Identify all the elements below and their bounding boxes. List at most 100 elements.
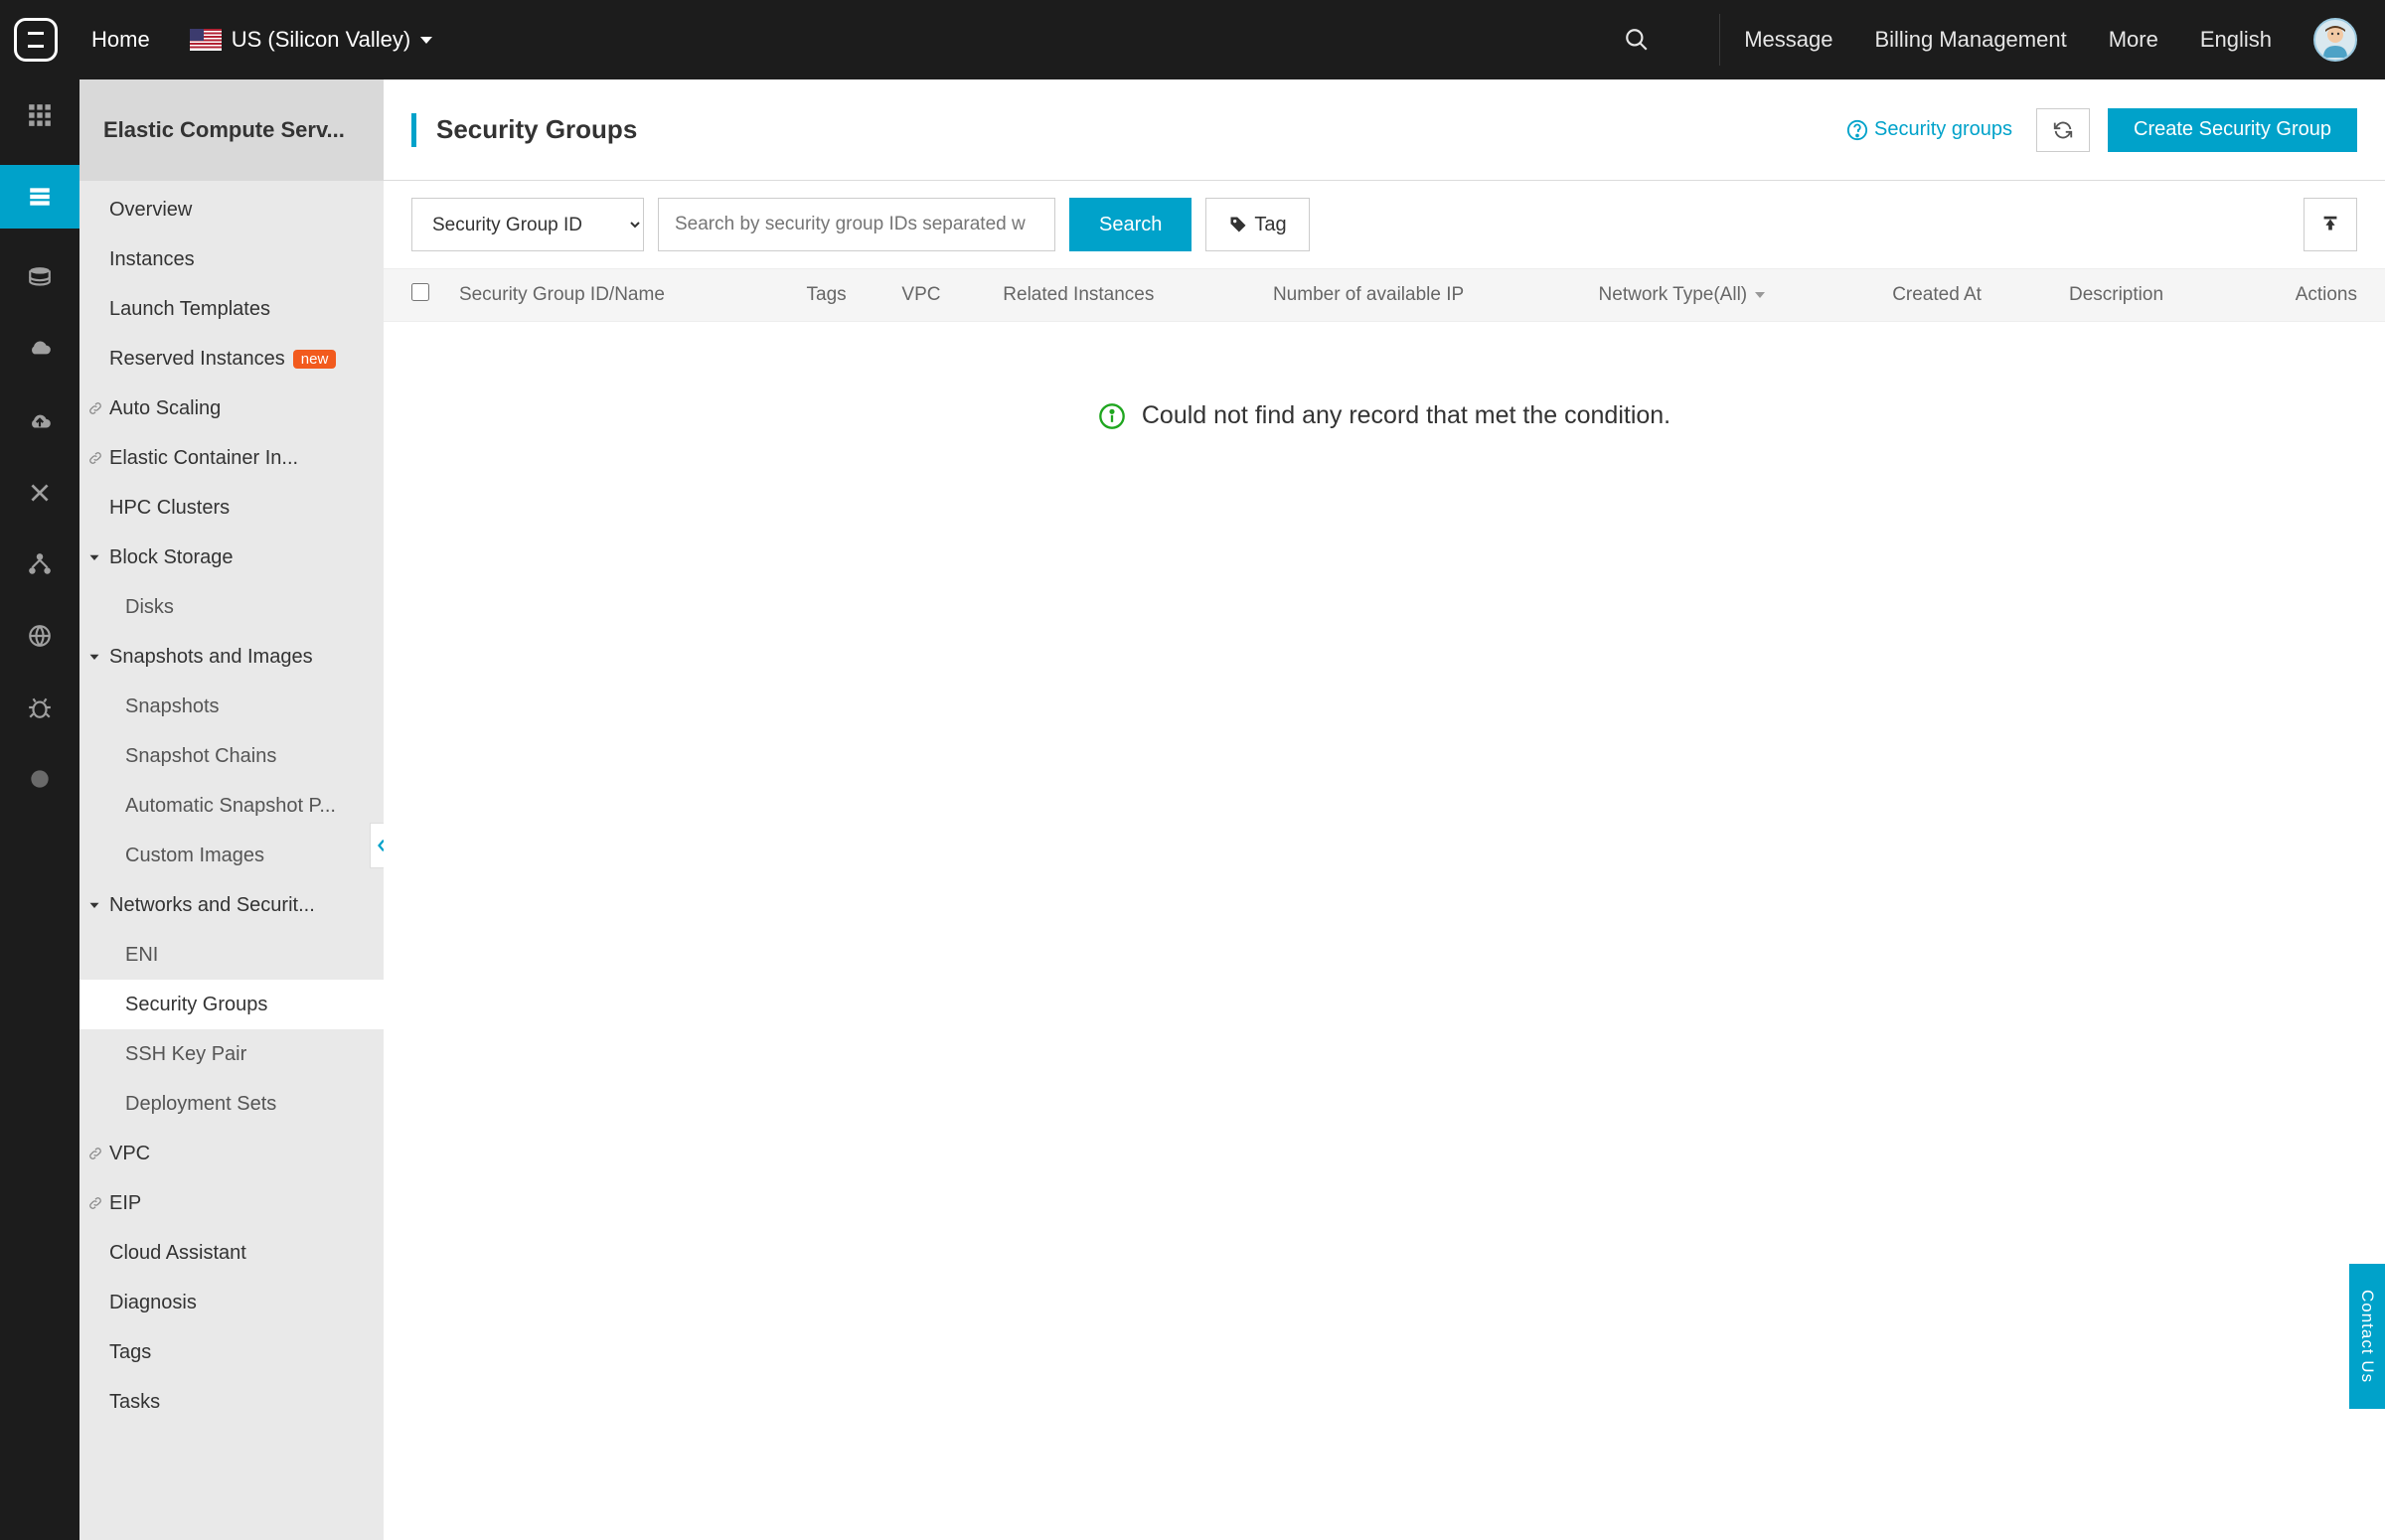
chevron-down-icon xyxy=(85,648,103,666)
col-actions: Actions xyxy=(2296,284,2357,306)
link-icon xyxy=(87,1146,103,1161)
sidebar-title: Elastic Compute Serv... xyxy=(80,79,384,181)
col-ips: Number of available IP xyxy=(1273,284,1599,306)
filter-type-select[interactable]: Security Group ID xyxy=(411,198,644,251)
sidebar-item-vpc[interactable]: VPC xyxy=(80,1129,384,1178)
sidebar-item-auto-scaling[interactable]: Auto Scaling xyxy=(80,384,384,433)
sidebar-item-tasks[interactable]: Tasks xyxy=(80,1377,384,1427)
sidebar-item-cloud-assistant[interactable]: Cloud Assistant xyxy=(80,1228,384,1278)
col-created: Created At xyxy=(1892,284,2069,306)
link-icon xyxy=(87,450,103,466)
compute-icon[interactable] xyxy=(0,165,80,229)
sidebar-item-label: Disks xyxy=(125,596,174,619)
info-icon xyxy=(1098,402,1126,430)
sidebar-item-reserved-instances[interactable]: Reserved Instancesnew xyxy=(80,334,384,384)
col-network-type[interactable]: Network Type(All) xyxy=(1599,284,1893,306)
export-button[interactable] xyxy=(2304,198,2357,251)
sidebar-item-label: Auto Scaling xyxy=(109,397,221,420)
region-label: US (Silicon Valley) xyxy=(232,27,411,53)
sidebar-item-label: Cloud Assistant xyxy=(109,1242,246,1265)
billing-link[interactable]: Billing Management xyxy=(1874,27,2066,53)
col-tags: Tags xyxy=(807,284,902,306)
sidebar-item-label: Custom Images xyxy=(125,845,264,867)
sidebar-item-ssh-key-pair[interactable]: SSH Key Pair xyxy=(80,1029,384,1079)
col-related: Related Instances xyxy=(1003,284,1273,306)
language-selector[interactable]: English xyxy=(2200,27,2272,53)
globe-icon[interactable] xyxy=(26,622,54,650)
contact-us-tab[interactable]: Contact Us xyxy=(2349,1264,2385,1409)
sidebar-item-automatic-snapshot-p[interactable]: Automatic Snapshot P... xyxy=(80,781,384,831)
sidebar-item-label: Instances xyxy=(109,248,195,271)
sidebar-item-label: Elastic Container In... xyxy=(109,447,298,470)
us-flag-icon xyxy=(190,29,222,51)
apps-icon[interactable] xyxy=(26,101,54,129)
sidebar-item-instances[interactable]: Instances xyxy=(80,234,384,284)
bug-icon[interactable] xyxy=(26,693,54,721)
sidebar-item-label: Launch Templates xyxy=(109,298,270,321)
chevron-down-icon xyxy=(85,896,103,914)
sidebar-item-label: Security Groups xyxy=(125,994,267,1016)
sidebar-item-label: Networks and Securit... xyxy=(109,894,315,917)
refresh-button[interactable] xyxy=(2036,108,2090,152)
region-selector[interactable]: US (Silicon Valley) xyxy=(190,27,433,53)
sidebar-item-custom-images[interactable]: Custom Images xyxy=(80,831,384,880)
sidebar-item-snapshot-chains[interactable]: Snapshot Chains xyxy=(80,731,384,781)
network-icon[interactable] xyxy=(26,550,54,578)
collapse-sidebar-button[interactable] xyxy=(370,823,384,868)
divider xyxy=(1719,14,1720,66)
cloud-icon[interactable] xyxy=(26,336,54,364)
link-icon xyxy=(87,1195,103,1211)
sidebar-item-label: Reserved Instances xyxy=(109,348,285,371)
message-link[interactable]: Message xyxy=(1744,27,1832,53)
avatar[interactable] xyxy=(2313,18,2357,62)
sidebar-item-eip[interactable]: EIP xyxy=(80,1178,384,1228)
chevron-down-icon xyxy=(420,37,432,44)
sidebar-item-label: Snapshot Chains xyxy=(125,745,276,768)
sidebar-item-label: VPC xyxy=(109,1143,150,1165)
sidebar-item-snapshots[interactable]: Snapshots xyxy=(80,682,384,731)
search-icon[interactable] xyxy=(1624,27,1650,53)
title-accent xyxy=(411,113,416,147)
tag-button-label: Tag xyxy=(1254,214,1286,236)
sidebar-item-disks[interactable]: Disks xyxy=(80,582,384,632)
sidebar-item-label: EIP xyxy=(109,1192,141,1215)
col-network-type-label: Network Type(All) xyxy=(1599,284,1748,306)
help-link[interactable]: Security groups xyxy=(1846,118,2012,141)
more-link[interactable]: More xyxy=(2109,27,2158,53)
logo[interactable] xyxy=(14,18,58,62)
sidebar-item-label: SSH Key Pair xyxy=(125,1043,246,1066)
sidebar-item-networks-and-securit[interactable]: Networks and Securit... xyxy=(80,880,384,930)
sidebar-item-overview[interactable]: Overview xyxy=(80,185,384,234)
sidebar-item-label: Snapshots xyxy=(125,695,220,718)
sidebar-item-label: Snapshots and Images xyxy=(109,646,313,669)
tag-button[interactable]: Tag xyxy=(1205,198,1309,251)
sidebar-item-security-groups[interactable]: Security Groups xyxy=(80,980,384,1029)
select-all-checkbox[interactable] xyxy=(411,283,429,301)
cross-icon[interactable] xyxy=(26,479,54,507)
chevron-down-icon xyxy=(85,548,103,566)
search-button[interactable]: Search xyxy=(1069,198,1192,251)
home-link[interactable]: Home xyxy=(91,27,150,53)
sidebar-item-elastic-container-in[interactable]: Elastic Container In... xyxy=(80,433,384,483)
sidebar-item-tags[interactable]: Tags xyxy=(80,1327,384,1377)
sidebar-item-eni[interactable]: ENI xyxy=(80,930,384,980)
sidebar-item-label: Block Storage xyxy=(109,546,234,569)
empty-state: Could not find any record that met the c… xyxy=(384,322,2385,510)
database-icon[interactable] xyxy=(26,264,54,292)
sidebar-item-block-storage[interactable]: Block Storage xyxy=(80,533,384,582)
sidebar-item-deployment-sets[interactable]: Deployment Sets xyxy=(80,1079,384,1129)
page-header: Security Groups Security groups Create S… xyxy=(384,79,2385,181)
search-input[interactable] xyxy=(658,198,1055,251)
cloud-upload-icon[interactable] xyxy=(26,407,54,435)
circle-icon[interactable] xyxy=(26,765,54,793)
sidebar-item-label: Tasks xyxy=(109,1391,160,1414)
sidebar-item-launch-templates[interactable]: Launch Templates xyxy=(80,284,384,334)
sidebar-item-label: Tags xyxy=(109,1341,151,1364)
sidebar-item-diagnosis[interactable]: Diagnosis xyxy=(80,1278,384,1327)
sidebar-item-label: Overview xyxy=(109,199,192,222)
chevron-down-icon xyxy=(1755,292,1765,298)
sidebar-item-label: HPC Clusters xyxy=(109,497,230,520)
sidebar-item-hpc-clusters[interactable]: HPC Clusters xyxy=(80,483,384,533)
create-security-group-button[interactable]: Create Security Group xyxy=(2108,108,2357,152)
sidebar-item-snapshots-and-images[interactable]: Snapshots and Images xyxy=(80,632,384,682)
